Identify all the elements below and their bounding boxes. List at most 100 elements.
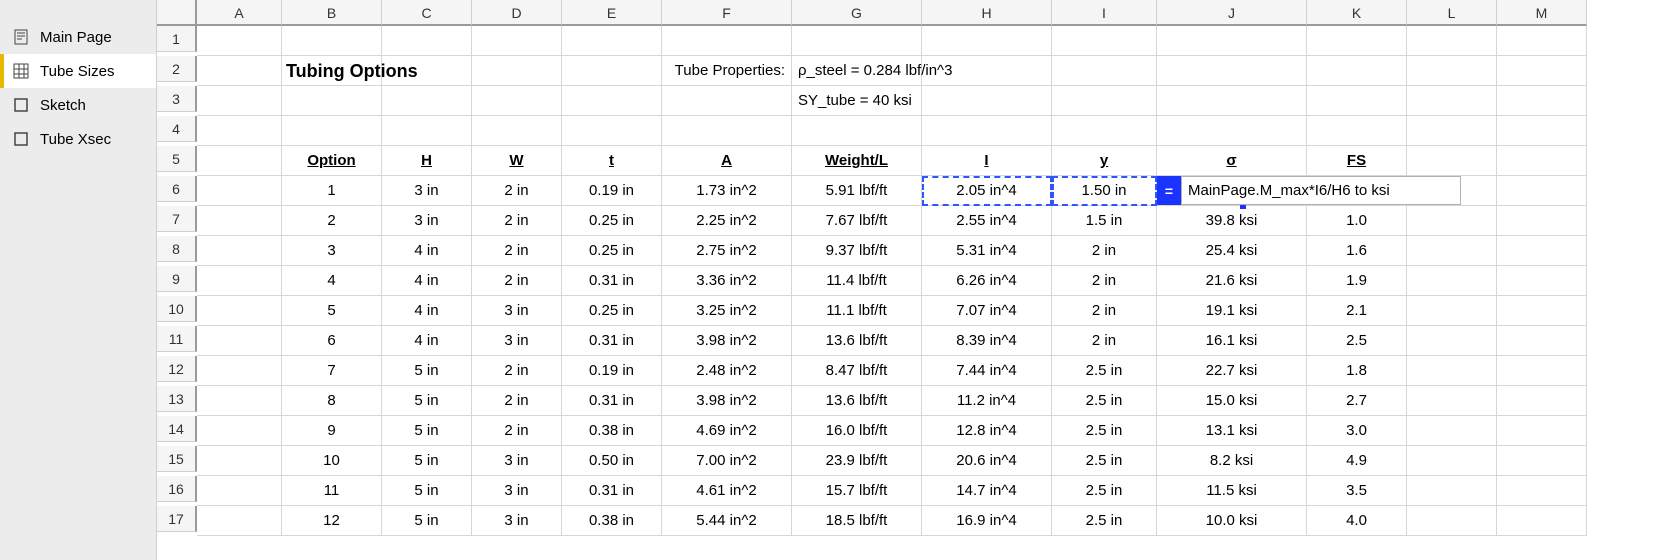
cell-K5[interactable]: FS — [1307, 146, 1407, 176]
cell-M14[interactable] — [1497, 416, 1587, 446]
cell-L10[interactable] — [1407, 296, 1497, 326]
cell-M15[interactable] — [1497, 446, 1587, 476]
cell-H1[interactable] — [922, 26, 1052, 56]
row-header-15[interactable]: 15 — [157, 446, 197, 472]
cell-B10[interactable]: 5 — [282, 296, 382, 326]
col-header-A[interactable]: A — [197, 0, 282, 26]
cell-A12[interactable] — [197, 356, 282, 386]
cell-H4[interactable] — [922, 116, 1052, 146]
cell-D15[interactable]: 3 in — [472, 446, 562, 476]
cell-H10[interactable]: 7.07 in^4 — [922, 296, 1052, 326]
cell-L15[interactable] — [1407, 446, 1497, 476]
cell-K8[interactable]: 1.6 — [1307, 236, 1407, 266]
cell-M17[interactable] — [1497, 506, 1587, 536]
cell-A10[interactable] — [197, 296, 282, 326]
col-header-J[interactable]: J — [1157, 0, 1307, 26]
cell-D6[interactable]: 2 in — [472, 176, 562, 206]
cell-M8[interactable] — [1497, 236, 1587, 266]
cell-L2[interactable] — [1407, 56, 1497, 86]
cell-I6[interactable]: 1.50 in — [1052, 176, 1157, 206]
cell-A15[interactable] — [197, 446, 282, 476]
cell-L9[interactable] — [1407, 266, 1497, 296]
cell-J16[interactable]: 11.5 ksi — [1157, 476, 1307, 506]
cell-M11[interactable] — [1497, 326, 1587, 356]
cell-H17[interactable]: 16.9 in^4 — [922, 506, 1052, 536]
cell-B1[interactable] — [282, 26, 382, 56]
cell-L4[interactable] — [1407, 116, 1497, 146]
cell-A16[interactable] — [197, 476, 282, 506]
col-header-M[interactable]: M — [1497, 0, 1587, 26]
cell-I14[interactable]: 2.5 in — [1052, 416, 1157, 446]
cell-M13[interactable] — [1497, 386, 1587, 416]
cell-L16[interactable] — [1407, 476, 1497, 506]
cell-F4[interactable] — [662, 116, 792, 146]
cell-G10[interactable]: 11.1 lbf/ft — [792, 296, 922, 326]
cell-E13[interactable]: 0.31 in — [562, 386, 662, 416]
cell-D16[interactable]: 3 in — [472, 476, 562, 506]
cell-A6[interactable] — [197, 176, 282, 206]
cell-F16[interactable]: 4.61 in^2 — [662, 476, 792, 506]
cell-B16[interactable]: 11 — [282, 476, 382, 506]
col-header-E[interactable]: E — [562, 0, 662, 26]
cell-H9[interactable]: 6.26 in^4 — [922, 266, 1052, 296]
cell-F12[interactable]: 2.48 in^2 — [662, 356, 792, 386]
cell-C16[interactable]: 5 in — [382, 476, 472, 506]
cell-G13[interactable]: 13.6 lbf/ft — [792, 386, 922, 416]
cell-I5[interactable]: y — [1052, 146, 1157, 176]
cell-G16[interactable]: 15.7 lbf/ft — [792, 476, 922, 506]
cell-M3[interactable] — [1497, 86, 1587, 116]
cell-K3[interactable] — [1307, 86, 1407, 116]
cell-H2[interactable] — [922, 56, 1052, 86]
cell-B6[interactable]: 1 — [282, 176, 382, 206]
cell-F10[interactable]: 3.25 in^2 — [662, 296, 792, 326]
row-header-5[interactable]: 5 — [157, 146, 197, 172]
cell-M1[interactable] — [1497, 26, 1587, 56]
cell-D8[interactable]: 2 in — [472, 236, 562, 266]
cell-C2[interactable] — [382, 56, 472, 86]
cell-D5[interactable]: W — [472, 146, 562, 176]
cell-B9[interactable]: 4 — [282, 266, 382, 296]
cell-G11[interactable]: 13.6 lbf/ft — [792, 326, 922, 356]
row-header-6[interactable]: 6 — [157, 176, 197, 202]
cell-B5[interactable]: Option — [282, 146, 382, 176]
cell-K17[interactable]: 4.0 — [1307, 506, 1407, 536]
row-header-14[interactable]: 14 — [157, 416, 197, 442]
cell-B14[interactable]: 9 — [282, 416, 382, 446]
cell-J10[interactable]: 19.1 ksi — [1157, 296, 1307, 326]
cell-E3[interactable] — [562, 86, 662, 116]
cell-G3[interactable]: SY_tube = 40 ksi — [792, 86, 922, 116]
cell-L17[interactable] — [1407, 506, 1497, 536]
cell-E1[interactable] — [562, 26, 662, 56]
cell-C7[interactable]: 3 in — [382, 206, 472, 236]
cell-G15[interactable]: 23.9 lbf/ft — [792, 446, 922, 476]
col-header-H[interactable]: H — [922, 0, 1052, 26]
cell-F8[interactable]: 2.75 in^2 — [662, 236, 792, 266]
cell-L13[interactable] — [1407, 386, 1497, 416]
row-header-11[interactable]: 11 — [157, 326, 197, 352]
cell-E11[interactable]: 0.31 in — [562, 326, 662, 356]
col-header-C[interactable]: C — [382, 0, 472, 26]
cell-D10[interactable]: 3 in — [472, 296, 562, 326]
cell-E14[interactable]: 0.38 in — [562, 416, 662, 446]
cell-H7[interactable]: 2.55 in^4 — [922, 206, 1052, 236]
cell-D7[interactable]: 2 in — [472, 206, 562, 236]
cell-J8[interactable]: 25.4 ksi — [1157, 236, 1307, 266]
cell-J2[interactable] — [1157, 56, 1307, 86]
sidebar-item-main-page[interactable]: Main Page — [0, 20, 156, 54]
cell-A3[interactable] — [197, 86, 282, 116]
cell-M4[interactable] — [1497, 116, 1587, 146]
cell-B4[interactable] — [282, 116, 382, 146]
cell-I16[interactable]: 2.5 in — [1052, 476, 1157, 506]
cell-J13[interactable]: 15.0 ksi — [1157, 386, 1307, 416]
cell-C5[interactable]: H — [382, 146, 472, 176]
cell-H13[interactable]: 11.2 in^4 — [922, 386, 1052, 416]
sidebar-item-tube-sizes[interactable]: Tube Sizes — [0, 54, 156, 88]
cell-F9[interactable]: 3.36 in^2 — [662, 266, 792, 296]
row-header-13[interactable]: 13 — [157, 386, 197, 412]
cell-J5[interactable]: σ — [1157, 146, 1307, 176]
cell-B13[interactable]: 8 — [282, 386, 382, 416]
cell-B15[interactable]: 10 — [282, 446, 382, 476]
row-header-16[interactable]: 16 — [157, 476, 197, 502]
cell-D3[interactable] — [472, 86, 562, 116]
cell-C13[interactable]: 5 in — [382, 386, 472, 416]
